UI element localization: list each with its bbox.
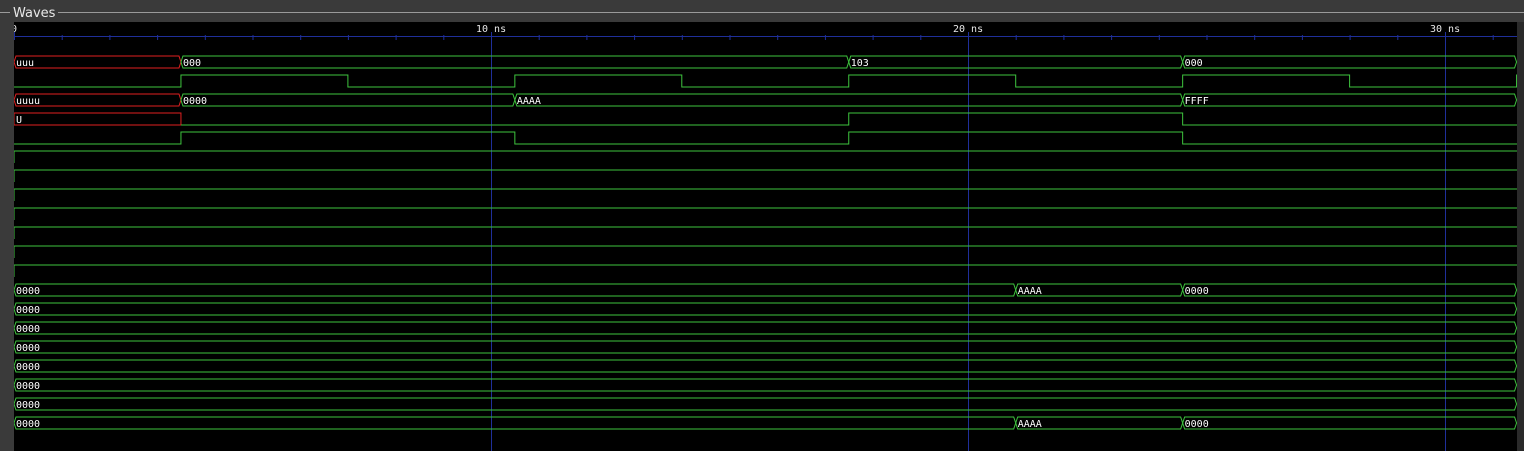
bit-waveform xyxy=(180,112,1524,126)
bus-value-label: uuu xyxy=(16,58,34,69)
bus-segment xyxy=(180,55,850,69)
undefined-label: U xyxy=(16,115,22,126)
bus-value-label: 0000 xyxy=(16,419,40,430)
bus-segment xyxy=(1182,416,1518,430)
bit-waveform xyxy=(14,169,1524,182)
bit-waveform xyxy=(14,245,1524,258)
bit-waveform xyxy=(14,74,1524,88)
bus-value-label: uuuu xyxy=(16,96,40,107)
bus-value-label: 0000 xyxy=(16,362,40,373)
vertical-scrollbar[interactable] xyxy=(1517,22,1524,451)
bus-segment xyxy=(14,359,1518,373)
waves-panel-header: Waves xyxy=(0,0,1524,22)
bus-value-label: 103 xyxy=(851,58,869,69)
bus-value-label: 000 xyxy=(1185,58,1203,69)
bus-segment xyxy=(848,55,1184,69)
header-rule-left xyxy=(0,12,10,13)
time-tick-label: 10 ns xyxy=(476,24,506,35)
bus-value-label: 000 xyxy=(183,58,201,69)
bus-segment xyxy=(14,55,182,69)
bus-segment xyxy=(14,321,1518,335)
bus-value-label: 0000 xyxy=(1185,286,1209,297)
bus-value-label: 0000 xyxy=(16,400,40,411)
bus-segment xyxy=(1182,55,1518,69)
bit-waveform xyxy=(14,150,1524,163)
time-tick-label: 0 xyxy=(14,24,17,35)
bus-value-label: FFFF xyxy=(1185,96,1209,107)
bus-value-label: 0000 xyxy=(16,343,40,354)
undefined-region xyxy=(14,112,182,126)
bit-waveform xyxy=(14,131,1524,145)
waveform-viewer[interactable]: 0 10 ns 20 ns 30 ns uuu 000 103 000 uuuu 0000 AAAA… xyxy=(14,22,1524,451)
bus-segment xyxy=(514,93,1184,107)
bus-value-label: 0000 xyxy=(16,305,40,316)
bus-value-label: AAAA xyxy=(1018,419,1042,430)
bus-value-label: AAAA xyxy=(1018,286,1042,297)
bit-waveform xyxy=(14,188,1524,201)
bus-segment xyxy=(14,378,1518,392)
time-tick-label: 20 ns xyxy=(953,24,983,35)
bit-waveform xyxy=(14,264,1524,277)
time-tick-label: 30 ns xyxy=(1430,24,1460,35)
bus-segment xyxy=(14,397,1518,411)
bus-value-label: 0000 xyxy=(16,324,40,335)
bit-waveform xyxy=(14,226,1524,239)
header-rule-right xyxy=(58,12,1524,13)
bus-segment xyxy=(14,416,1017,430)
bus-value-label: 0000 xyxy=(1185,419,1209,430)
bus-segment xyxy=(180,93,516,107)
bus-segment xyxy=(1182,93,1518,107)
bus-segment xyxy=(1182,283,1518,297)
panel-title: Waves xyxy=(13,6,56,21)
bus-segment xyxy=(14,302,1518,316)
bus-value-label: 0000 xyxy=(16,286,40,297)
bus-value-label: AAAA xyxy=(517,96,541,107)
bus-segment xyxy=(14,283,1017,297)
bus-segment xyxy=(14,340,1518,354)
bus-value-label: 0000 xyxy=(183,96,207,107)
bus-value-label: 0000 xyxy=(16,381,40,392)
waveform-canvas[interactable]: 0 10 ns 20 ns 30 ns uuu 000 103 000 uuuu 0000 AAAA… xyxy=(14,22,1524,451)
bit-waveform xyxy=(14,207,1524,220)
